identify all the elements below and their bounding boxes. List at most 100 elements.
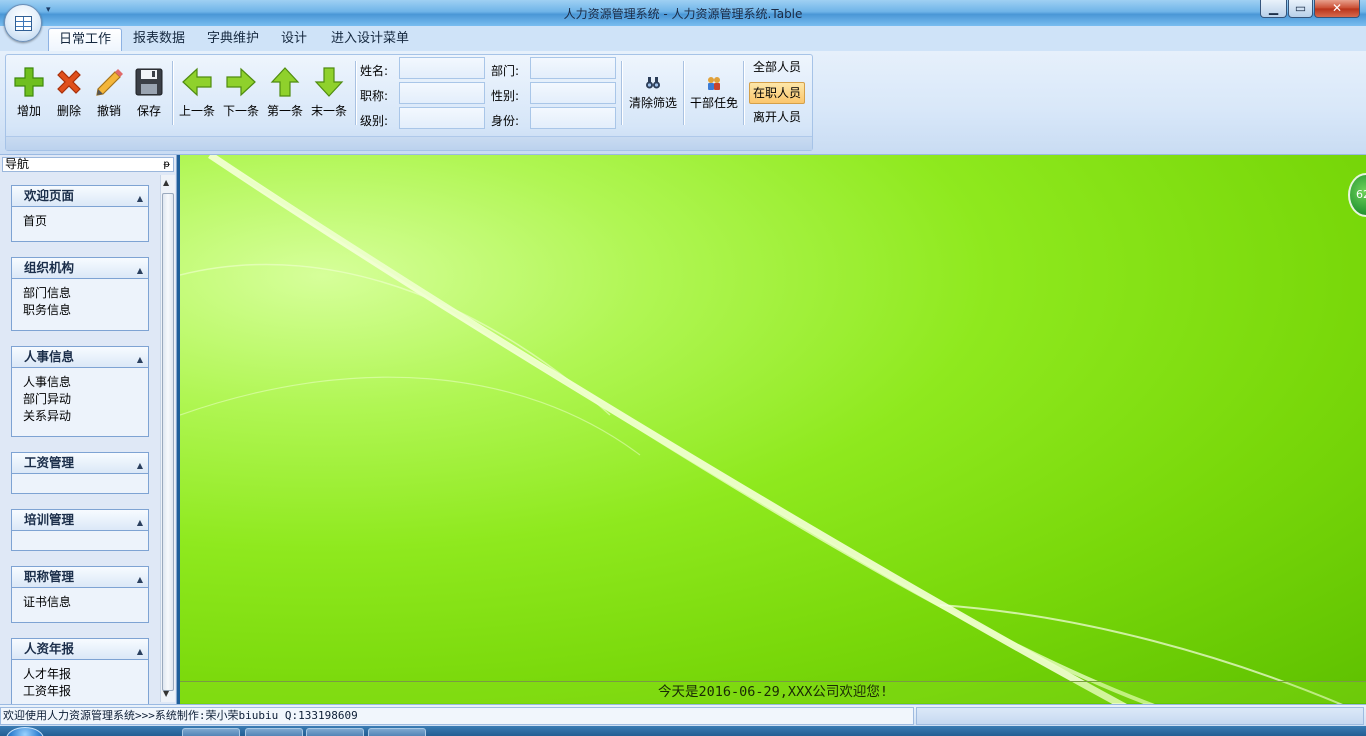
nav-group-title: 组织机构 <box>24 260 75 275</box>
status-text: 欢迎使用人力资源管理系统>>>系统制作:荣小荣biubiu Q:13319860… <box>0 707 914 725</box>
delete-x-icon <box>57 70 81 94</box>
prev-record-button[interactable]: 上一条 <box>177 65 217 123</box>
navigation-title: 导航 <box>5 157 30 171</box>
arrow-left-icon <box>182 67 212 97</box>
binoculars-icon <box>646 77 660 89</box>
scroll-thumb[interactable] <box>162 193 174 691</box>
dept-filter-label: 部门: <box>491 64 520 78</box>
nav-group-header[interactable]: 组织机构 ▲ <box>11 257 149 279</box>
nav-group-body: 首页 <box>11 207 149 242</box>
filter-departed-staff[interactable]: 离开人员 <box>749 107 805 129</box>
collapse-caret-icon[interactable]: ▲ <box>137 261 143 281</box>
nav-item-department-transfer[interactable]: 部门异动 <box>23 391 148 408</box>
tab-dictionary[interactable]: 字典维护 <box>197 28 269 52</box>
cadre-appointment-button[interactable]: 干部任免 <box>688 75 740 111</box>
tab-report-data[interactable]: 报表数据 <box>123 28 195 52</box>
save-button[interactable]: 保存 <box>129 65 169 123</box>
nav-item-position-info[interactable]: 职务信息 <box>23 302 148 319</box>
cadre-appointment-label: 干部任免 <box>689 96 738 110</box>
clear-filter-button[interactable]: 清除筛选 <box>626 75 680 111</box>
undo-button[interactable]: 撤销 <box>89 65 129 123</box>
nav-group-body <box>11 474 149 494</box>
nav-group-header[interactable]: 人资年报 ▲ <box>11 638 149 660</box>
nav-group-body: 部门信息 职务信息 <box>11 279 149 331</box>
tab-enter-design-menu[interactable]: 进入设计菜单 <box>321 28 419 52</box>
identity-filter-label: 身份: <box>491 114 520 128</box>
nav-group-title: 工资管理 <box>24 455 75 470</box>
application-window: 人力资源管理系统 - 人力资源管理系统.Table ▾ ▁ ▭ ✕ 日常工作 报… <box>0 0 1366 736</box>
nav-group-header[interactable]: 人事信息 ▲ <box>11 346 149 368</box>
nav-group-title: 职称管理 <box>24 569 75 584</box>
clear-filter-label: 清除筛选 <box>628 96 677 110</box>
application-menu-button[interactable] <box>4 4 42 42</box>
taskbar-item[interactable] <box>306 728 364 736</box>
nav-group-title-mgmt: 职称管理 ▲ 证书信息 <box>11 566 149 623</box>
filter-all-staff[interactable]: 全部人员 <box>749 57 805 79</box>
welcome-message: 今天是2016-06-29,XXX公司欢迎您! <box>180 681 1366 703</box>
next-record-button[interactable]: 下一条 <box>221 65 261 123</box>
tab-design[interactable]: 设计 <box>271 28 317 52</box>
taskbar-item[interactable] <box>182 728 240 736</box>
minimize-button[interactable]: ▁ <box>1260 0 1287 18</box>
nav-item-talent-report[interactable]: 人才年报 <box>23 666 148 683</box>
nav-item-salary-report[interactable]: 工资年报 <box>23 683 148 700</box>
nav-item-home[interactable]: 首页 <box>23 213 148 230</box>
quick-access-toolbar-dropdown[interactable]: ▾ <box>46 5 51 15</box>
background-swoosh-art <box>180 155 1343 704</box>
level-filter-input[interactable] <box>399 107 485 129</box>
scroll-down-icon[interactable]: ▼ <box>163 689 169 698</box>
pin-icon[interactable]: ᵽ <box>163 158 170 171</box>
collapse-caret-icon[interactable]: ▲ <box>137 642 143 662</box>
taskbar-item[interactable] <box>368 728 426 736</box>
nav-scrollbar[interactable]: ▲ ▼ <box>160 175 175 702</box>
nav-group-body <box>11 531 149 551</box>
tab-daily-work[interactable]: 日常工作 <box>48 28 123 52</box>
nav-item-department-info[interactable]: 部门信息 <box>23 285 148 302</box>
collapse-caret-icon[interactable]: ▲ <box>137 456 143 476</box>
arrow-right-icon <box>226 67 256 97</box>
nav-item-certificate-info[interactable]: 证书信息 <box>23 594 148 611</box>
nav-group-title: 欢迎页面 <box>24 188 75 203</box>
gender-filter-input[interactable] <box>530 82 616 104</box>
nav-group-title: 培训管理 <box>24 512 75 527</box>
last-record-label: 末一条 <box>310 104 347 118</box>
delete-label: 删除 <box>56 104 81 118</box>
collapse-caret-icon[interactable]: ▲ <box>137 350 143 370</box>
nav-group-header[interactable]: 工资管理 ▲ <box>11 452 149 474</box>
name-filter-input[interactable] <box>399 57 485 79</box>
nav-group-annual-report: 人资年报 ▲ 人才年报 工资年报 <box>11 638 149 712</box>
scroll-up-icon[interactable]: ▲ <box>163 178 169 187</box>
identity-filter-input[interactable] <box>530 107 616 129</box>
navigation-pane: 导航 ᵽ 欢迎页面 ▲ 首页 组织机构 ▲ 部门信息 职务信息 人事信息 ▲ 人事信息… <box>0 155 177 712</box>
add-button[interactable]: 增加 <box>9 65 49 123</box>
collapse-caret-icon[interactable]: ▲ <box>137 513 143 533</box>
nav-item-personnel-info[interactable]: 人事信息 <box>23 374 148 391</box>
ribbon-group-footer <box>6 136 812 150</box>
nav-group-header[interactable]: 培训管理 ▲ <box>11 509 149 531</box>
status-bar: 欢迎使用人力资源管理系统>>>系统制作:荣小荣biubiu Q:13319860… <box>0 704 1366 726</box>
dept-filter-input[interactable] <box>530 57 616 79</box>
collapse-caret-icon[interactable]: ▲ <box>137 570 143 590</box>
first-record-label: 第一条 <box>266 104 303 118</box>
ribbon-separator <box>743 61 744 125</box>
delete-button[interactable]: 删除 <box>49 65 89 123</box>
first-record-button[interactable]: 第一条 <box>265 65 305 123</box>
maximize-button[interactable]: ▭ <box>1288 0 1313 18</box>
title-bar: 人力资源管理系统 - 人力资源管理系统.Table ▾ ▁ ▭ ✕ <box>0 0 1366 26</box>
filter-active-staff[interactable]: 在职人员 <box>749 82 805 104</box>
close-button[interactable]: ✕ <box>1314 0 1360 18</box>
navigation-header: 导航 ᵽ <box>2 157 174 172</box>
ribbon-separator <box>172 61 173 125</box>
nav-group-welcome: 欢迎页面 ▲ 首页 <box>11 185 149 242</box>
status-panel-right <box>916 707 1364 725</box>
last-record-button[interactable]: 末一条 <box>309 65 349 123</box>
start-button[interactable] <box>6 727 44 736</box>
ribbon-separator <box>621 61 622 125</box>
pencil-icon <box>96 69 123 96</box>
collapse-caret-icon[interactable]: ▲ <box>137 189 143 209</box>
title-filter-input[interactable] <box>399 82 485 104</box>
taskbar-item[interactable] <box>245 728 303 736</box>
nav-group-header[interactable]: 欢迎页面 ▲ <box>11 185 149 207</box>
nav-item-relation-transfer[interactable]: 关系异动 <box>23 408 148 425</box>
nav-group-header[interactable]: 职称管理 ▲ <box>11 566 149 588</box>
